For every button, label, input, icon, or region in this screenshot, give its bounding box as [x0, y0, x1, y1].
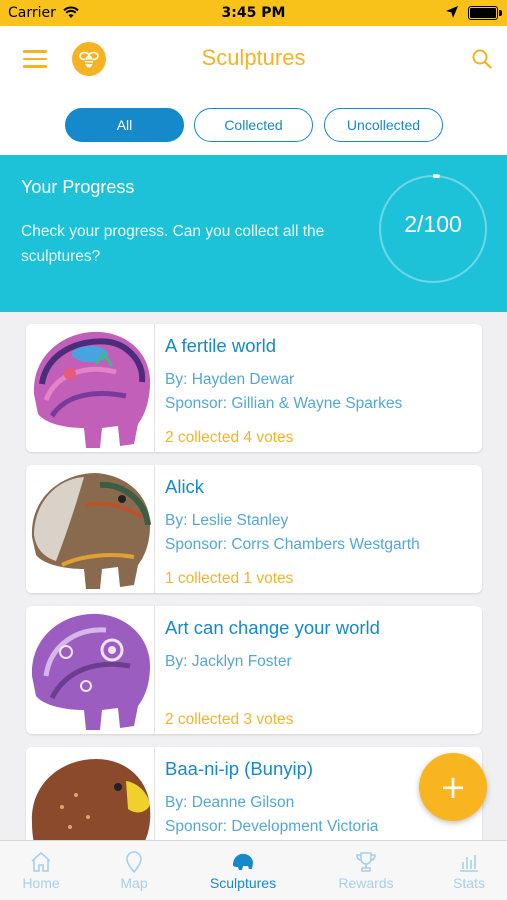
tab-stats[interactable]: Stats — [434, 841, 504, 900]
tab-bar: Home Map Sculptures Rewards Stats — [0, 840, 507, 900]
sculpture-name: Alick — [165, 476, 205, 497]
sculpture-artist: By: Deanne Gilson — [165, 794, 295, 811]
tab-sculptures-label: Sculptures — [209, 875, 277, 891]
progress-title: Your Progress — [21, 177, 135, 197]
sculpture-thumbnail — [26, 465, 154, 593]
tab-home-label: Home — [22, 875, 60, 891]
filter-all-button[interactable]: All — [65, 108, 184, 142]
sculpture-artist: By: Leslie Stanley — [165, 512, 289, 529]
add-button[interactable]: + — [419, 753, 487, 821]
sculpture-card[interactable]: A fertile world By: Hayden Dewar Sponsor… — [26, 324, 482, 452]
card-divider — [154, 324, 155, 452]
progress-description: Check your progress. Can you collect all… — [21, 223, 325, 265]
tab-map-label: Map — [120, 875, 148, 891]
tab-sculptures[interactable]: Sculptures — [197, 841, 289, 900]
bar-chart-icon — [460, 855, 478, 872]
location-arrow-icon — [446, 6, 458, 18]
sculpture-thumbnail — [26, 606, 154, 734]
sculpture-artist: By: Hayden Dewar — [165, 371, 295, 388]
trophy-icon — [356, 852, 376, 872]
sculpture-stats: 2 collected 4 votes — [165, 429, 294, 446]
sculpture-name: Baa-ni-ip (Bunyip) — [165, 758, 314, 779]
battery-icon — [468, 6, 498, 20]
tab-rewards-label: Rewards — [338, 875, 394, 891]
sculpture-card[interactable]: Alick By: Leslie Stanley Sponsor: Corrs … — [26, 465, 482, 593]
progress-panel: Your Progress Check your progress. Can y… — [0, 155, 507, 312]
home-icon — [31, 851, 51, 872]
tab-rewards[interactable]: Rewards — [322, 841, 410, 900]
map-pin-icon — [126, 851, 142, 873]
sculpture-name: Art can change your world — [165, 617, 380, 638]
sculpture-stats: 1 collected 1 votes — [165, 570, 294, 587]
nav-bar: Sculptures — [0, 26, 507, 92]
sculpture-name: A fertile world — [165, 335, 277, 356]
sculpture-stats: 2 collected 3 votes — [165, 711, 294, 728]
sculpture-card[interactable]: Baa-ni-ip (Bunyip) By: Deanne Gilson Spo… — [26, 747, 482, 840]
sculpture-thumbnail — [26, 324, 154, 452]
tab-home[interactable]: Home — [0, 841, 82, 900]
filter-uncollected-button[interactable]: Uncollected — [324, 108, 443, 142]
tab-map[interactable]: Map — [94, 841, 174, 900]
card-divider — [154, 465, 155, 593]
filter-segmented-control: All Collected Uncollected — [0, 92, 507, 155]
battery-tip — [499, 10, 502, 16]
card-divider — [154, 606, 155, 734]
sculpture-card[interactable]: Art can change your world By: Jacklyn Fo… — [26, 606, 482, 734]
sculpture-sponsor: Sponsor: Gillian & Wayne Sparkes — [165, 395, 403, 412]
sculpture-sponsor: Sponsor: Development Victoria — [165, 818, 379, 835]
filter-collected-button[interactable]: Collected — [194, 108, 313, 142]
status-bar: Carrier 3:45 PM — [0, 0, 507, 26]
sculpture-thumbnail — [26, 747, 154, 840]
card-divider — [154, 747, 155, 840]
search-icon[interactable] — [471, 48, 493, 70]
sculpture-artist: By: Jacklyn Foster — [165, 653, 292, 670]
sculpture-icon — [233, 853, 253, 870]
sculpture-sponsor: Sponsor: Corrs Chambers Westgarth — [165, 536, 420, 553]
page-title: Sculptures — [201, 45, 306, 70]
tab-stats-label: Stats — [453, 875, 485, 891]
progress-count: 2/100 — [404, 211, 462, 237]
clock: 3:45 PM — [221, 5, 286, 21]
